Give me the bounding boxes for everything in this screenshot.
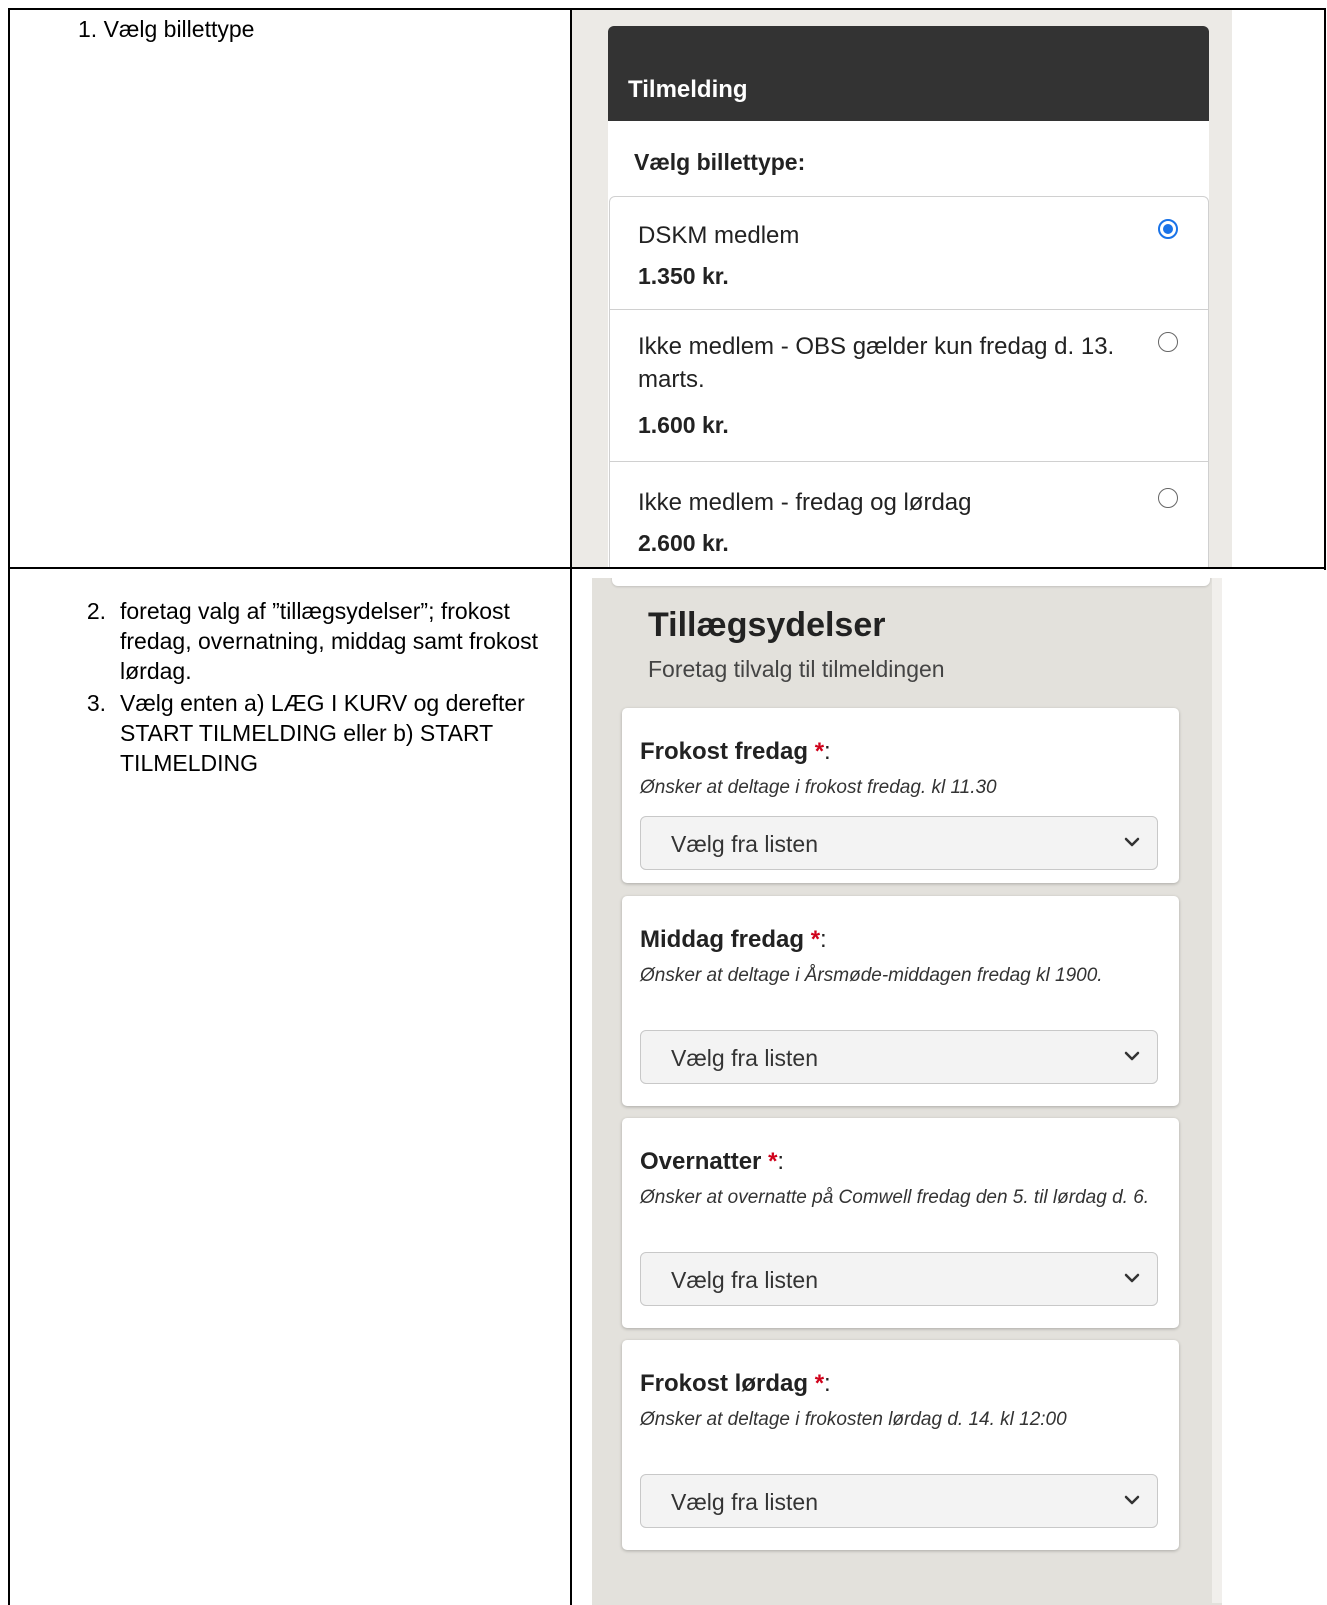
steps-list: 2. foretag valg af ”tillægsydelser”; fro… [70,596,540,778]
addon-card-dinner-friday: Middag fredag *: Ønsker at deltage i Års… [622,896,1179,1106]
table-border-left [8,8,10,1605]
ticket-radio[interactable] [1158,332,1178,352]
chevron-down-icon [1124,1273,1140,1283]
addon-title: Frokost fredag *: [640,738,831,765]
addon-select[interactable]: Vælg fra listen [640,816,1158,870]
addons-screenshot: Tillægsydelser Foretag tilvalg til tilme… [592,578,1222,1605]
step-item: 2. foretag valg af ”tillægsydelser”; fro… [70,596,540,686]
addon-card-overnight: Overnatter *: Ønsker at overnatte på Com… [622,1118,1179,1328]
addons-title: Tillægsydelser [648,606,886,644]
required-mark: * [814,738,825,765]
step-text: foretag valg af ”tillægsydelser”; frokos… [120,598,539,684]
select-value: Vælg fra listen [671,1489,819,1515]
step-number: 2. [86,598,106,624]
addon-description: Ønsker at deltage i Årsmøde-middagen fre… [640,965,1103,986]
table-border-right [1324,8,1326,570]
select-value: Vælg fra listen [671,1267,819,1293]
choose-ticket-label: Vælg billettype: [634,149,806,175]
screenshot-edge [1212,578,1222,1603]
required-mark: * [768,1148,778,1175]
addon-select[interactable]: Vælg fra listen [640,1474,1158,1528]
addon-select[interactable]: Vælg fra listen [640,1030,1158,1084]
ticket-option-member[interactable]: DSKM medlem 1.350 kr. [610,197,1208,309]
ticket-radio-selected[interactable] [1158,219,1178,239]
previous-card-edge [612,578,1210,586]
step-item: 3. Vælg enten a) LÆG I KURV og derefter … [70,688,540,778]
registration-body: Vælg billettype: DSKM medlem 1.350 kr. I… [608,121,1209,567]
step-1-text: 1. Vælg billettype [78,16,255,42]
registration-title: Tilmelding [628,76,748,103]
ticket-option-nonmember-both-days[interactable]: Ikke medlem - fredag og lørdag 2.600 kr. [610,461,1208,567]
required-mark: * [810,926,821,953]
ticket-name: DSKM medlem [638,222,800,249]
select-value: Vælg fra listen [671,1045,819,1071]
ticket-radio[interactable] [1158,488,1178,508]
addon-description: Ønsker at deltage i frokost fredag. kl 1… [640,777,997,798]
required-mark: * [814,1370,825,1397]
addon-title: Middag fredag *: [640,926,827,953]
registration-header: Tilmelding [608,26,1209,121]
ticket-name: Ikke medlem - OBS gælder kun fredag d. 1… [638,333,1115,393]
addon-title: Frokost lørdag *: [640,1370,831,1397]
chevron-down-icon [1124,837,1140,847]
addon-card-lunch-friday: Frokost fredag *: Ønsker at deltage i fr… [622,708,1179,883]
addon-description: Ønsker at deltage i frokosten lørdag d. … [640,1409,1067,1430]
table-row-divider [8,567,1326,569]
addon-description: Ønsker at overnatte på Comwell fredag de… [640,1187,1150,1208]
select-value: Vælg fra listen [671,831,819,857]
addon-select[interactable]: Vælg fra listen [640,1252,1158,1306]
chevron-down-icon [1124,1495,1140,1505]
step-number: 3. [86,690,106,716]
ticket-price: 1.350 kr. [638,263,729,289]
ticket-name: Ikke medlem - fredag og lørdag [638,489,972,516]
ticket-price: 1.600 kr. [638,412,729,438]
ticket-list: DSKM medlem 1.350 kr. Ikke medlem - OBS … [609,196,1209,567]
step-text: Vælg enten a) LÆG I KURV og derefter STA… [120,690,525,776]
ticket-price: 2.600 kr. [638,530,729,556]
ticket-selection-screenshot: Tilmelding Vælg billettype: DSKM medlem … [572,10,1232,567]
ticket-option-nonmember-friday[interactable]: Ikke medlem - OBS gælder kun fredag d. 1… [610,309,1208,462]
addons-subtitle: Foretag tilvalg til tilmeldingen [648,656,945,682]
addon-card-lunch-saturday: Frokost lørdag *: Ønsker at deltage i fr… [622,1340,1179,1550]
addon-title: Overnatter *: [640,1148,785,1175]
chevron-down-icon [1124,1051,1140,1061]
